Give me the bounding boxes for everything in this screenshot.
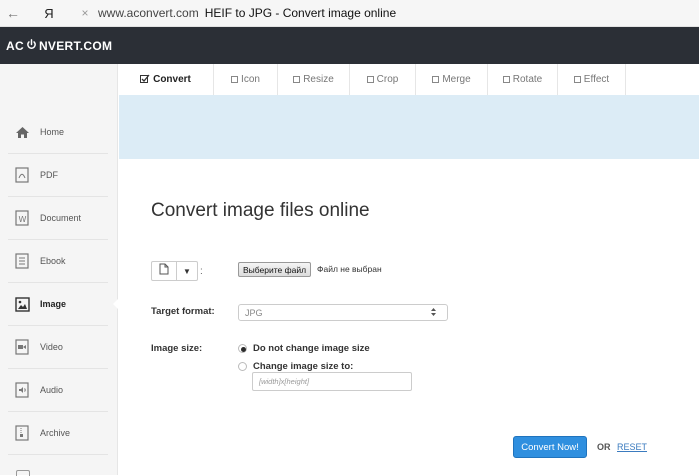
tab-rotate[interactable]: Rotate [488,64,558,95]
image-icon [14,296,30,312]
checkbox-icon [231,76,239,83]
tab-label: Resize [303,74,334,85]
sidebar-item-label: Archive [40,428,71,438]
colon-label: : [200,265,203,277]
tab-convert[interactable]: Convert [118,64,214,95]
partial-sidebar-icon [16,470,30,476]
radio-checked[interactable] [238,344,247,353]
tab-label: Rotate [512,74,543,85]
tab-merge[interactable]: Merge [416,64,488,95]
page-title: Convert image files online [151,200,370,221]
reset-link[interactable]: RESET [617,442,647,452]
file-source-dropdown[interactable]: ▼ [177,261,198,281]
checkbox-icon [366,76,374,83]
sidebar-item-image[interactable]: Image [8,283,120,326]
sidebar-item-label: PDF [40,170,58,180]
file-source-button[interactable] [151,261,177,281]
checkbox-icon [293,76,301,83]
video-icon [14,339,30,355]
close-icon[interactable]: × [76,6,94,20]
ad-banner [119,95,699,159]
yandex-logo-icon[interactable]: Я [36,6,62,21]
sidebar-item-pdf[interactable]: PDF [8,154,108,197]
sidebar-item-label: Ebook [40,256,66,266]
audio-icon [14,382,30,398]
site-header: AC NVERT.COM [0,27,699,64]
size-option-change[interactable]: Change image size to: [238,361,353,372]
document-icon: W [14,210,30,226]
sidebar-item-label: Video [40,342,63,352]
radio-unchecked[interactable] [238,362,247,371]
tab-label: Convert [153,74,191,85]
size-option-label: Do not change image size [253,343,370,354]
sidebar-item-label: Audio [40,385,64,395]
target-format-label: Target format: [151,306,215,317]
target-format-select[interactable]: JPG [238,304,448,321]
pdf-icon [14,167,30,183]
back-arrow-icon[interactable]: ← [0,5,26,21]
tab-icon[interactable]: Icon [214,64,278,95]
or-label: OR [597,442,611,452]
caret-down-icon: ▼ [183,266,191,276]
image-size-input[interactable]: [width]x[height] [252,372,412,391]
logo-text-left[interactable]: AC [6,39,24,53]
svg-text:W: W [19,215,27,224]
tab-label: Merge [442,74,471,85]
sidebar-item-label: Image [40,299,67,309]
size-option-label: Change image size to: [253,361,354,372]
image-size-label: Image size: [151,343,203,354]
convert-now-button[interactable]: Convert Now! [513,436,587,458]
ebook-icon [14,253,30,269]
size-option-keep[interactable]: Do not change image size [238,343,370,354]
browser-address-bar: ← Я × www.aconvert.com HEIF to JPG - Con… [0,0,699,27]
sidebar-item-label: Document [40,213,82,223]
power-logo-icon[interactable] [26,38,37,53]
select-arrows-icon [430,307,437,319]
checkbox-icon [432,76,440,83]
sidebar-item-archive[interactable]: Archive [8,412,108,455]
sidebar-item-audio[interactable]: Audio [8,369,108,412]
tab-label: Effect [583,74,610,85]
tab-label: Icon [241,74,260,85]
checkbox-icon [502,76,510,83]
tab-label: Crop [376,74,399,85]
target-format-value: JPG [245,307,263,318]
sidebar-item-label: Home [40,127,65,137]
file-source-selector: ▼ : [151,261,203,281]
sidebar-item-document[interactable]: W Document [8,197,108,240]
tool-tabs: Convert Icon Resize Crop Merge Rotate Ef… [118,64,626,95]
choose-file-button[interactable]: Выберите файл [238,262,312,277]
checkbox-icon [573,76,581,83]
archive-icon [14,425,30,441]
no-file-label: Файл не выбран [317,264,382,274]
file-icon [159,262,169,280]
tab-effect[interactable]: Effect [558,64,626,95]
page-tab-title: HEIF to JPG - Convert image online [204,6,397,20]
address-url[interactable]: www.aconvert.com [98,6,199,20]
tab-resize[interactable]: Resize [278,64,350,95]
sidebar-item-video[interactable]: Video [8,326,108,369]
home-icon [14,124,30,140]
check-icon [140,74,150,86]
sidebar-item-ebook[interactable]: Ebook [8,240,108,283]
logo-text-right[interactable]: NVERT.COM [39,39,112,53]
sidebar: Home PDF W Document Ebook Image Video Au… [0,64,120,475]
sidebar-item-home[interactable]: Home [8,111,108,154]
active-indicator-arrow [113,297,120,311]
tab-crop[interactable]: Crop [350,64,416,95]
